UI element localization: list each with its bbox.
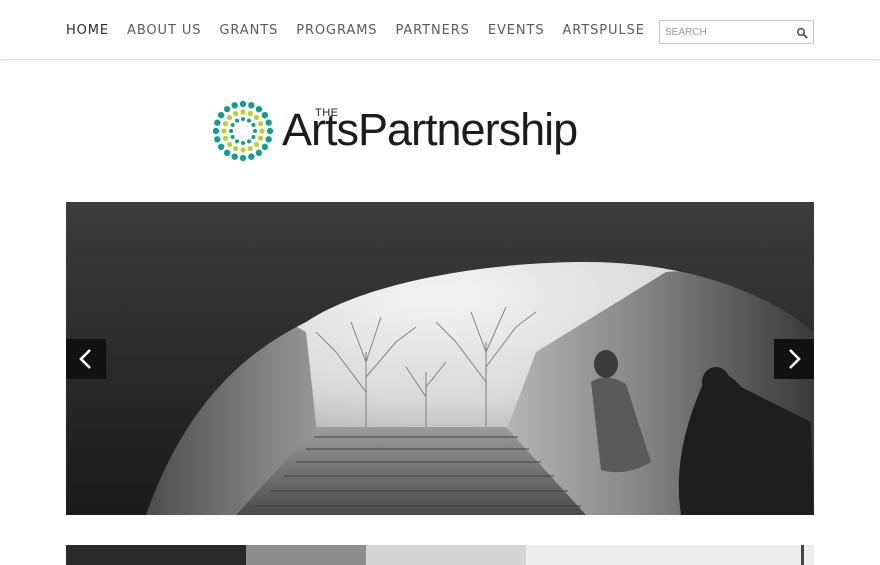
logo-dot <box>261 143 269 151</box>
next-content-image <box>66 545 814 565</box>
logo-dot <box>241 117 245 121</box>
logo-dot <box>239 100 247 108</box>
logo-dot <box>266 127 274 135</box>
chevron-left-icon <box>79 349 91 369</box>
logo-dot <box>217 143 225 151</box>
main-nav: HOME ABOUT US GRANTS PROGRAMS PARTNERS E… <box>66 22 663 39</box>
logo-dot <box>247 145 253 152</box>
logo-dot <box>247 110 253 117</box>
logo-dot <box>251 123 256 127</box>
logo-dot <box>226 141 233 148</box>
search-input[interactable] <box>660 21 790 43</box>
top-bar: HOME ABOUT US GRANTS PROGRAMS PARTNERS E… <box>0 0 880 60</box>
logo-dot <box>223 105 231 113</box>
logo-dot <box>235 118 239 123</box>
logo-dot <box>230 135 235 139</box>
logo-dot <box>233 145 239 152</box>
logo-dot <box>240 147 246 153</box>
slider-prev-button[interactable] <box>66 339 106 379</box>
logo-dot <box>247 139 251 144</box>
logo-dot <box>221 128 227 134</box>
logo-dot <box>231 102 238 109</box>
logo-dots-icon <box>212 100 274 162</box>
logo-dot <box>248 102 255 109</box>
nav-artspulse[interactable]: ARTSPULSE <box>562 22 644 39</box>
logo-dot <box>259 128 265 134</box>
nav-partners[interactable]: PARTNERS <box>395 22 469 39</box>
logo-wordmark: ArtsPartnership <box>282 104 578 155</box>
logo-dot <box>222 121 229 127</box>
logo-dot <box>257 135 264 141</box>
logo-dot <box>229 129 233 133</box>
logo-dot <box>253 114 260 121</box>
logo-dot <box>255 105 263 113</box>
logo-dot <box>233 110 239 117</box>
logo-dot <box>212 127 220 135</box>
logo-dot <box>214 119 221 126</box>
nav-programs[interactable]: PROGRAMS <box>296 22 377 39</box>
logo-dot <box>253 141 260 148</box>
logo-dot <box>257 121 264 127</box>
logo-dot <box>240 109 246 115</box>
nav-home[interactable]: HOME <box>66 22 109 39</box>
logo-dot <box>239 154 247 162</box>
logo-dot <box>247 118 251 123</box>
chevron-right-icon <box>789 349 801 369</box>
hero-slider <box>66 202 814 515</box>
logo-dot <box>230 123 235 127</box>
logo-dot <box>235 139 239 144</box>
logo-dot <box>251 135 256 139</box>
logo-dot <box>255 149 263 157</box>
nav-grants[interactable]: GRANTS <box>219 22 278 39</box>
site-logo[interactable]: THE ArtsPartnership <box>212 98 672 164</box>
slider-next-button[interactable] <box>774 339 814 379</box>
search-icon[interactable] <box>796 26 808 39</box>
logo-dot <box>253 129 257 133</box>
logo-dot <box>226 114 233 121</box>
logo-dot <box>222 135 229 141</box>
logo-dot <box>265 119 272 126</box>
logo-dot <box>231 153 238 160</box>
nav-events[interactable]: EVENTS <box>488 22 545 39</box>
logo-dot <box>261 111 269 119</box>
nav-about-us[interactable]: ABOUT US <box>127 22 201 39</box>
logo-dot <box>214 136 221 143</box>
logo-dot <box>265 136 272 143</box>
logo-dot <box>223 149 231 157</box>
logo-dot <box>217 111 225 119</box>
search-box <box>659 20 814 44</box>
slide-image <box>66 202 814 515</box>
logo-dot <box>241 141 245 145</box>
logo-dot <box>248 153 255 160</box>
